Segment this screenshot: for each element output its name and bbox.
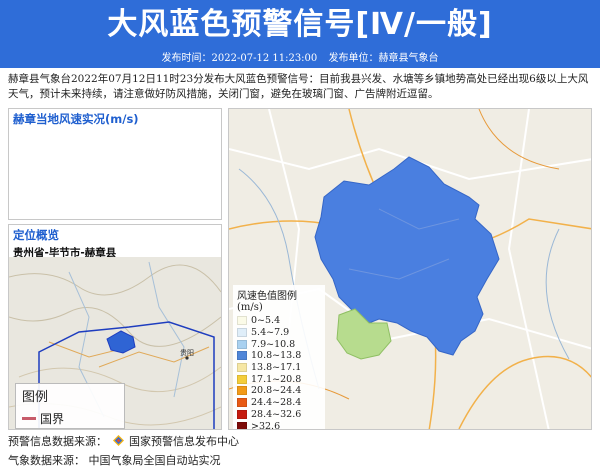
warning-source-label: 预警信息数据来源：: [8, 435, 107, 448]
speed-legend-item: 5.4~7.9: [237, 327, 321, 339]
swatch-icon: [237, 409, 247, 419]
weather-source: 气象数据来源： 中国气象局全国自动站实况: [8, 452, 598, 468]
swatch-icon: [237, 386, 247, 396]
swatch-icon: [237, 421, 247, 429]
weather-source-label: 气象数据来源：: [8, 454, 85, 467]
speed-legend-item: 17.1~20.8: [237, 373, 321, 385]
speed-legend-item: 28.4~32.6: [237, 409, 321, 421]
swatch-icon: [237, 398, 247, 408]
header-banner: 大风蓝色预警信号[Ⅳ/一般] 发布时间：2022-07-12 11:23:00 …: [0, 0, 600, 68]
publish-time: 发布时间：2022-07-12 11:23:00: [161, 53, 318, 64]
speed-legend-item: 10.8~13.8: [237, 350, 321, 362]
warning-description: 赫章县气象台2022年07月12日11时23分发布大风蓝色预警信号：目前我县兴发…: [8, 73, 589, 100]
swatch-icon: [237, 374, 247, 384]
wind-speed-legend-title: 风速色值图例 (m/s): [237, 291, 297, 313]
swatch-icon: [237, 351, 247, 361]
swatch-icon: [237, 328, 247, 338]
publish-unit: 发布单位：赫章县气象台: [328, 53, 439, 64]
warning-source: 预警信息数据来源： 国家预警信息发布中心: [8, 433, 598, 449]
header-meta: 发布时间：2022-07-12 11:23:00 发布单位：赫章县气象台: [0, 52, 600, 66]
wind-speed-panel: 赫章当地风速实况(m/s): [8, 108, 222, 220]
page-title: 大风蓝色预警信号[Ⅳ/一般]: [107, 7, 493, 42]
swatch-icon: [237, 316, 247, 326]
speed-legend-item: 0~5.4: [237, 315, 321, 327]
legend-title: 图例: [22, 390, 49, 405]
speed-legend-item: 24.4~28.4: [237, 397, 321, 409]
speed-legend-item: 20.8~24.4: [237, 385, 321, 397]
swatch-icon: [237, 363, 247, 373]
speed-legend-item: >32.6: [237, 420, 321, 429]
wind-speed-legend: 风速色值图例 (m/s) 0~5.4 5.4~7.9 7.9~10.8 10.8…: [233, 285, 325, 429]
location-title: 定位概览: [13, 228, 59, 242]
guiyang-label: 贵阳: [180, 348, 194, 357]
map-legend: 图例 国界 省界: [15, 383, 125, 429]
warning-area-map[interactable]: 风速色值图例 (m/s) 0~5.4 5.4~7.9 7.9~10.8 10.8…: [228, 108, 592, 430]
nmc-logo-icon: [112, 435, 124, 446]
location-overview-panel: 定位概览 贵州省-毕节市-赫章县 贵阳 图例 国界 省界: [8, 224, 222, 430]
speed-legend-item: 7.9~10.8: [237, 338, 321, 350]
legend-item-national-border: 国界: [22, 410, 64, 427]
speed-legend-item: 13.8~17.1: [237, 362, 321, 374]
weather-source-name: 中国气象局全国自动站实况: [88, 454, 221, 467]
warning-source-name[interactable]: 国家预警信息发布中心: [129, 435, 239, 448]
swatch-icon: [237, 339, 247, 349]
national-border-line-icon: [22, 417, 36, 420]
wind-speed-title: 赫章当地风速实况(m/s): [13, 112, 139, 126]
